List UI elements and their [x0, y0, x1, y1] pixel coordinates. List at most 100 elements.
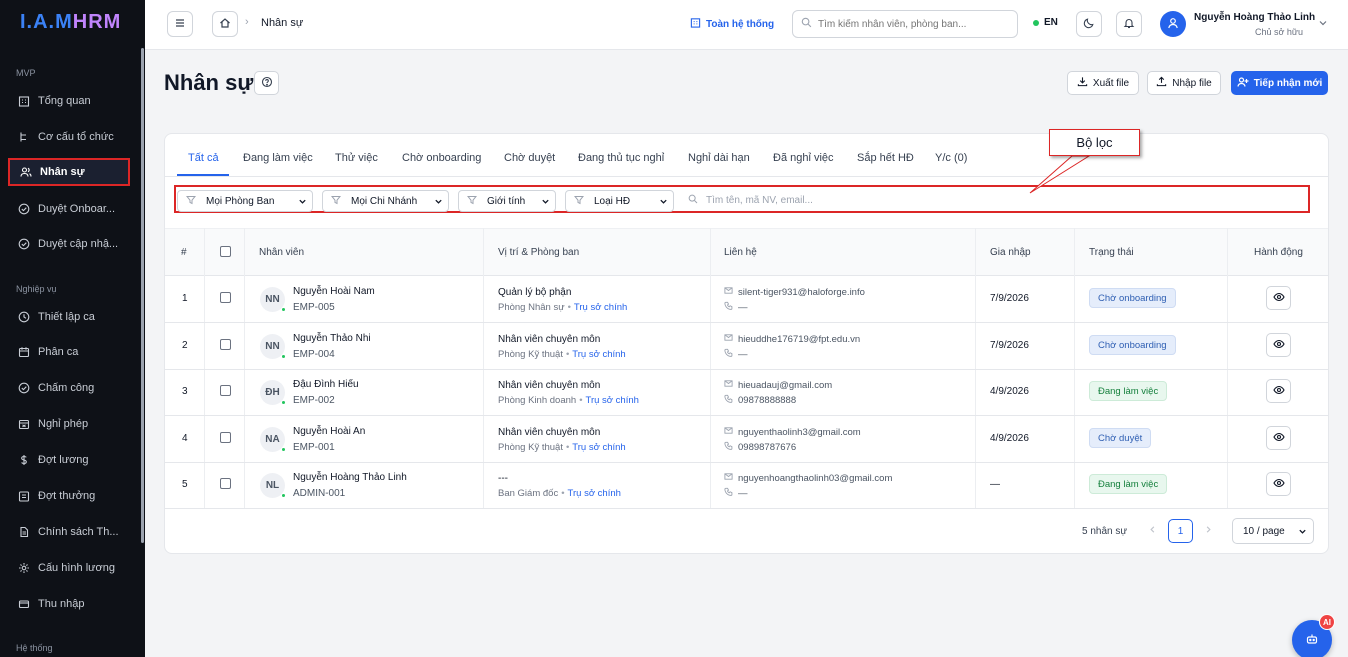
view-button[interactable] [1266, 286, 1291, 310]
select-all-checkbox[interactable] [220, 246, 231, 257]
sidebar-item-onboarding-approval[interactable]: Duyệt Onboar... [8, 195, 130, 223]
tab-requests[interactable]: Y/c (0) [935, 152, 967, 164]
branch-link[interactable]: Trụ sở chính [568, 488, 621, 499]
sidebar-item-salary-config[interactable]: Cấu hình lương [8, 554, 130, 582]
sidebar-item-attendance[interactable]: Chấm công [8, 374, 130, 402]
bullet-separator: • [567, 302, 571, 313]
contract-type-filter[interactable]: Loại HĐ [565, 190, 674, 212]
branch-filter[interactable]: Mọi Chi Nhánh [322, 190, 449, 212]
tab-working[interactable]: Đang làm việc [243, 152, 313, 164]
sidebar-item-policy[interactable]: Chính sách Th... [8, 518, 130, 546]
global-search[interactable] [792, 10, 1018, 38]
employee-search-field[interactable]: Tìm tên, mã NV, email... [688, 194, 813, 207]
online-dot [281, 354, 286, 359]
gender-filter[interactable]: Giới tính [458, 190, 556, 212]
tab-resigning[interactable]: Đang thủ tục nghỉ [578, 152, 664, 164]
app-logo[interactable]: I.A.MHRM [20, 11, 121, 34]
page-size-select[interactable]: 10 / page [1232, 518, 1314, 544]
employee-name[interactable]: Nguyễn Thảo Nhi [293, 333, 371, 344]
tab-all[interactable]: Tất cả [188, 152, 219, 164]
sidebar-item-update-approval[interactable]: Duyệt cập nhậ... [8, 230, 130, 258]
branch-link[interactable]: Trụ sở chính [572, 349, 625, 360]
bullet-separator: • [565, 442, 570, 453]
sidebar-item-income[interactable]: Thu nhập [8, 590, 130, 618]
sidebar-item-shift-assign[interactable]: Phân ca [8, 338, 130, 366]
sidebar-item-leave[interactable]: Nghỉ phép [8, 410, 130, 438]
page-button-current[interactable]: 1 [1168, 519, 1193, 543]
employee-email: hieuadauj@gmail.com [724, 379, 832, 391]
row-checkbox[interactable] [220, 385, 231, 396]
theme-toggle-button[interactable] [1076, 11, 1102, 37]
system-scope-link[interactable]: Toàn hệ thống [690, 17, 774, 31]
table-row[interactable]: 1 NN Nguyễn Hoài Nam EMP-005 Quản lý bộ … [165, 276, 1328, 323]
export-button[interactable]: Xuất file [1067, 71, 1139, 95]
view-button[interactable] [1266, 379, 1291, 403]
employee-department: Phòng Kỹ thuật • Trụ sở chính [498, 442, 626, 453]
prev-page-button[interactable] [1140, 519, 1164, 543]
employee-position: Nhân viên chuyên môn [498, 427, 601, 438]
notifications-button[interactable] [1116, 11, 1142, 37]
row-checkbox[interactable] [220, 339, 231, 350]
employee-name[interactable]: Nguyễn Hoài Nam [293, 286, 375, 297]
row-checkbox[interactable] [220, 432, 231, 443]
user-name[interactable]: Nguyễn Hoàng Thảo Linh [1194, 12, 1315, 23]
sidebar-item-employees[interactable]: Nhân sự [8, 158, 130, 186]
employee-email: nguyenhoangthaolinh03@gmail.com [724, 472, 892, 484]
column-header-joined: Gia nhập [990, 247, 1031, 258]
bullet-separator: • [579, 395, 583, 406]
table-row[interactable]: 3 ĐH Đậu Đình Hiếu EMP-002 Nhân viên chu… [165, 369, 1328, 416]
table-header: # Nhân viên Vị trí & Phòng ban Liên hệ G… [165, 228, 1328, 276]
tab-pending-onboarding[interactable]: Chờ onboarding [402, 152, 481, 164]
chevron-down-icon[interactable] [1318, 18, 1328, 31]
employee-phone: — [724, 301, 748, 313]
table-row[interactable]: 4 NA Nguyễn Hoài An EMP-001 Nhân viên ch… [165, 416, 1328, 463]
table-row[interactable]: 2 NN Nguyễn Thảo Nhi EMP-004 Nhân viên c… [165, 323, 1328, 370]
table-row[interactable]: 5 NL Nguyễn Hoàng Thảo Linh ADMIN-001 --… [165, 462, 1328, 509]
avatar[interactable] [1160, 11, 1186, 37]
row-checkbox[interactable] [220, 478, 231, 489]
employee-position: Nhân viên chuyên môn [498, 334, 601, 345]
view-button[interactable] [1266, 472, 1291, 496]
chevron-down-icon [1298, 527, 1307, 539]
user-plus-icon [1237, 76, 1254, 91]
employee-card: Tất cả Đang làm việc Thử việc Chờ onboar… [164, 133, 1329, 554]
sidebar-item-overview[interactable]: Tổng quan [8, 87, 130, 115]
help-button[interactable] [254, 71, 279, 95]
tab-contract-expiring[interactable]: Sắp hết HĐ [857, 152, 914, 164]
column-header-employee: Nhân viên [259, 247, 305, 258]
mail-icon [724, 472, 738, 484]
sidebar-item-bonus[interactable]: Đợt thưởng [8, 482, 130, 510]
filter-icon [185, 195, 197, 208]
tab-resigned[interactable]: Đã nghỉ việc [773, 152, 834, 164]
import-button[interactable]: Nhập file [1147, 71, 1221, 95]
status-badge: Đang làm việc [1089, 381, 1168, 401]
department-filter[interactable]: Mọi Phòng Ban [177, 190, 313, 212]
branch-link[interactable]: Trụ sở chính [572, 442, 625, 453]
sidebar-item-org-structure[interactable]: Cơ cấu tổ chức [8, 123, 130, 151]
employee-name[interactable]: Nguyễn Hoàng Thảo Linh [293, 472, 407, 483]
branch-link[interactable]: Trụ sở chính [574, 302, 627, 313]
tab-probation[interactable]: Thử việc [335, 152, 378, 164]
sidebar-item-shift-setup[interactable]: Thiết lập ca [8, 303, 130, 331]
home-icon [219, 17, 231, 32]
global-search-input[interactable] [818, 18, 1008, 30]
view-button[interactable] [1266, 426, 1291, 450]
chevron-right-icon [1204, 525, 1213, 537]
employee-name[interactable]: Nguyễn Hoài An [293, 426, 365, 437]
view-button[interactable] [1266, 333, 1291, 357]
branch-link[interactable]: Trụ sở chính [586, 395, 639, 406]
home-button[interactable] [212, 11, 238, 37]
onboard-new-button[interactable]: Tiếp nhận mới [1231, 71, 1328, 95]
check-circle-icon [18, 238, 30, 250]
tab-pending-approval[interactable]: Chờ duyệt [504, 152, 555, 164]
employee-code: EMP-002 [293, 395, 335, 406]
next-page-button[interactable] [1196, 519, 1220, 543]
chevron-down-icon [434, 197, 443, 209]
sidebar-scrollbar[interactable] [141, 48, 144, 543]
tab-long-leave[interactable]: Nghỉ dài hạn [688, 152, 750, 164]
employee-name[interactable]: Đậu Đình Hiếu [293, 379, 359, 390]
language-switch[interactable]: EN [1033, 17, 1058, 28]
row-checkbox[interactable] [220, 292, 231, 303]
sidebar-item-payroll[interactable]: Đợt lương [8, 446, 130, 474]
menu-toggle-button[interactable] [167, 11, 193, 37]
